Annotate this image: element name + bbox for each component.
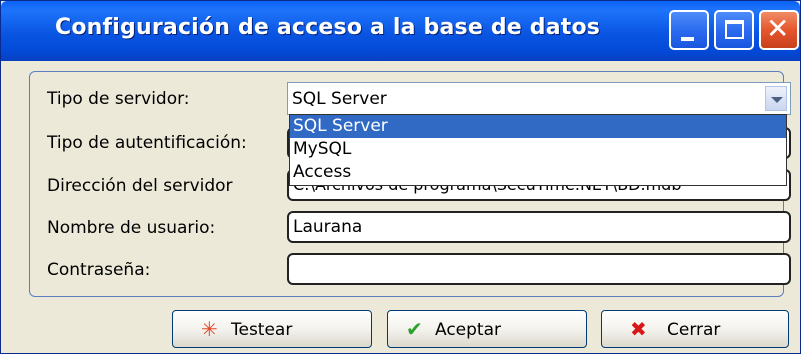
title-bar[interactable]: Configuración de acceso a la base de dat… [1, 1, 800, 61]
accept-button-label: Aceptar [435, 320, 501, 340]
window-title: Configuración de acceso a la base de dat… [55, 15, 601, 40]
minimize-button[interactable] [669, 10, 709, 50]
chevron-down-icon [771, 97, 783, 103]
dropdown-option-sql-server[interactable]: SQL Server [290, 115, 786, 138]
star-burst-icon: ✳ [201, 317, 218, 341]
dialog-window: Configuración de acceso a la base de dat… [0, 0, 801, 354]
x-icon: ✖ [630, 317, 647, 341]
close-icon: ✕ [766, 12, 790, 45]
auth-type-label: Tipo de autentificación: [47, 133, 247, 153]
accept-button[interactable]: ✔ Aceptar [387, 310, 587, 348]
server-type-dropdown-list: SQL Server MySQL Access [289, 114, 787, 186]
password-field[interactable] [287, 253, 791, 285]
dropdown-option-mysql[interactable]: MySQL [290, 138, 786, 161]
close-window-button[interactable]: ✕ [759, 10, 799, 50]
dropdown-button[interactable] [765, 86, 787, 111]
password-label: Contraseña: [47, 260, 151, 280]
maximize-icon [725, 20, 744, 39]
server-type-select[interactable]: SQL Server [287, 82, 791, 115]
dropdown-option-access[interactable]: Access [290, 161, 786, 184]
close-button-label: Cerrar [667, 320, 721, 340]
server-address-label: Dirección del servidor [47, 176, 233, 196]
server-type-label: Tipo de servidor: [47, 89, 190, 109]
test-button-label: Testear [231, 320, 293, 340]
test-button[interactable]: ✳ Testear [172, 310, 372, 348]
server-type-value: SQL Server [292, 89, 387, 109]
maximize-button[interactable] [714, 10, 754, 50]
minimize-icon [681, 37, 694, 41]
close-button[interactable]: ✖ Cerrar [601, 310, 789, 348]
checkmark-icon: ✔ [406, 317, 423, 341]
username-label: Nombre de usuario: [47, 218, 216, 238]
username-field[interactable]: Laurana [287, 211, 791, 243]
dialog-body: Tipo de servidor: SQL Server Tipo de aut… [1, 61, 800, 353]
